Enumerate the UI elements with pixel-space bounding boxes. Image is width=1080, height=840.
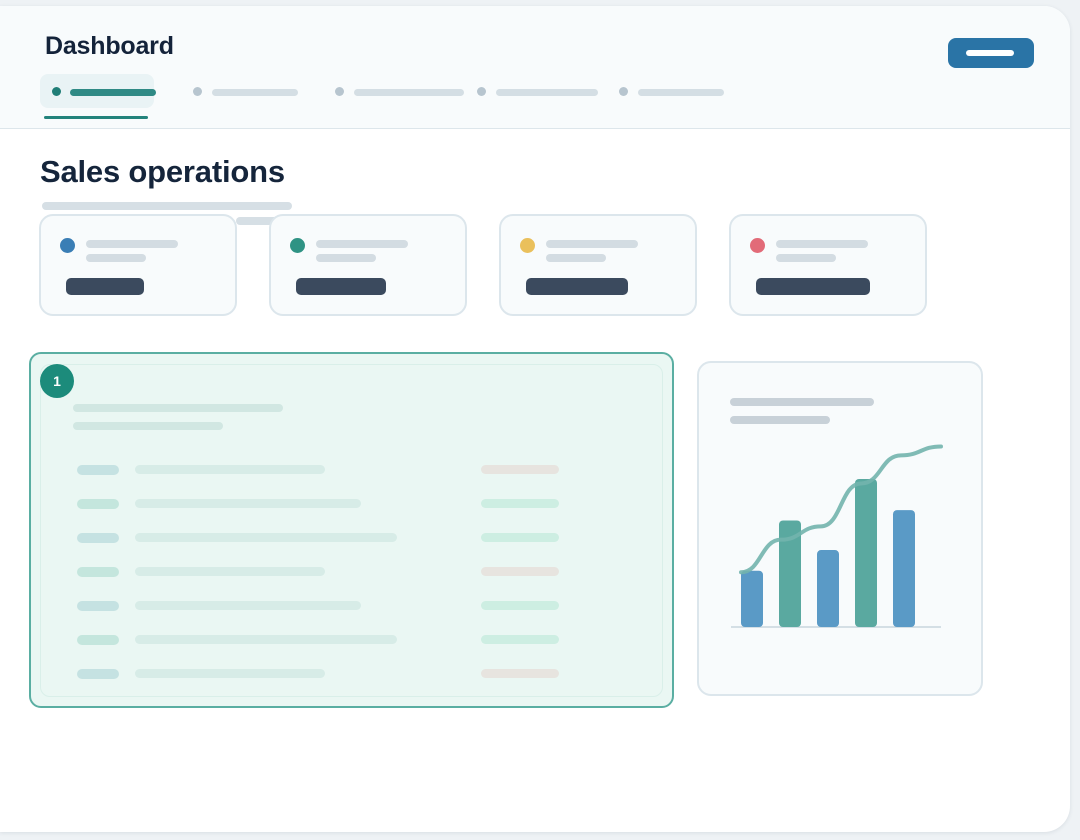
kpi-card-4[interactable] [729, 214, 927, 316]
table-row[interactable] [31, 668, 672, 680]
row-tag-placeholder [77, 533, 119, 543]
row-tag-placeholder [77, 601, 119, 611]
kpi-label-placeholder [546, 240, 638, 248]
row-tag-placeholder [77, 669, 119, 679]
kpi-card-2[interactable] [269, 214, 467, 316]
tab-label-placeholder [496, 89, 598, 96]
tab-label-placeholder [354, 89, 464, 96]
kpi-value-placeholder [66, 278, 144, 295]
table-row[interactable] [31, 464, 672, 476]
tab-label-placeholder [212, 89, 298, 96]
primary-action-button[interactable] [948, 38, 1034, 68]
row-text-placeholder [135, 635, 397, 644]
app-window: Dashboard Sales operations 1 [0, 6, 1070, 832]
tab-2[interactable] [192, 74, 302, 108]
table-inner-frame [40, 364, 663, 697]
table-row[interactable] [31, 566, 672, 578]
kpi-sublabel-placeholder [316, 254, 376, 262]
status-dot-icon [520, 238, 535, 253]
page-title: Sales operations [40, 154, 285, 189]
app-title: Dashboard [45, 32, 174, 60]
row-text-placeholder [135, 465, 325, 474]
table-row[interactable] [31, 634, 672, 646]
tab-dot-icon [193, 87, 202, 96]
row-tag-placeholder [77, 499, 119, 509]
tab-dot-icon [52, 87, 61, 96]
kpi-sublabel-placeholder [776, 254, 836, 262]
row-status-placeholder [481, 669, 559, 678]
chart-card[interactable] [697, 361, 983, 696]
tab-3[interactable] [334, 74, 466, 108]
kpi-value-placeholder [756, 278, 870, 295]
status-dot-icon [750, 238, 765, 253]
kpi-card-1[interactable] [39, 214, 237, 316]
chart-bar [817, 550, 839, 627]
kpi-sublabel-placeholder [546, 254, 606, 262]
kpi-card-3[interactable] [499, 214, 697, 316]
bar-chart [731, 444, 943, 628]
row-status-placeholder [481, 635, 559, 644]
row-text-placeholder [135, 567, 325, 576]
subtitle-placeholder [42, 202, 292, 210]
row-tag-placeholder [77, 567, 119, 577]
tab-1[interactable] [40, 74, 156, 119]
tab-dot-icon [477, 87, 486, 96]
top-header: Dashboard [0, 6, 1070, 129]
kpi-label-placeholder [776, 240, 868, 248]
row-status-placeholder [481, 533, 559, 542]
active-tab-underline [44, 116, 148, 119]
chart-bar [893, 510, 915, 627]
tab-dot-icon [335, 87, 344, 96]
row-text-placeholder [135, 499, 361, 508]
row-status-placeholder [481, 465, 559, 474]
table-row[interactable] [31, 498, 672, 510]
tab-5[interactable] [619, 74, 727, 108]
kpi-sublabel-placeholder [86, 254, 146, 262]
tab-4[interactable] [477, 74, 601, 108]
annotation-badge: 1 [40, 364, 74, 398]
kpi-label-placeholder [86, 240, 178, 248]
row-status-placeholder [481, 567, 559, 576]
kpi-label-placeholder [316, 240, 408, 248]
row-status-placeholder [481, 601, 559, 610]
tab-dot-icon [619, 87, 628, 96]
row-tag-placeholder [77, 635, 119, 645]
table-row[interactable] [31, 600, 672, 612]
row-text-placeholder [135, 669, 325, 678]
row-text-placeholder [135, 601, 361, 610]
row-status-placeholder [481, 499, 559, 508]
kpi-value-placeholder [526, 278, 628, 295]
status-dot-icon [290, 238, 305, 253]
table-row[interactable] [31, 532, 672, 544]
tab-label-placeholder [70, 89, 156, 96]
highlighted-table-card[interactable]: 1 [29, 352, 674, 708]
button-label-placeholder [966, 50, 1014, 56]
table-title-placeholder [73, 404, 283, 412]
table-subtitle-placeholder [73, 422, 223, 430]
tab-label-placeholder [638, 89, 724, 96]
kpi-value-placeholder [296, 278, 386, 295]
chart-bar [741, 570, 763, 627]
row-text-placeholder [135, 533, 397, 542]
status-dot-icon [60, 238, 75, 253]
chart-bar [855, 479, 877, 627]
row-tag-placeholder [77, 465, 119, 475]
